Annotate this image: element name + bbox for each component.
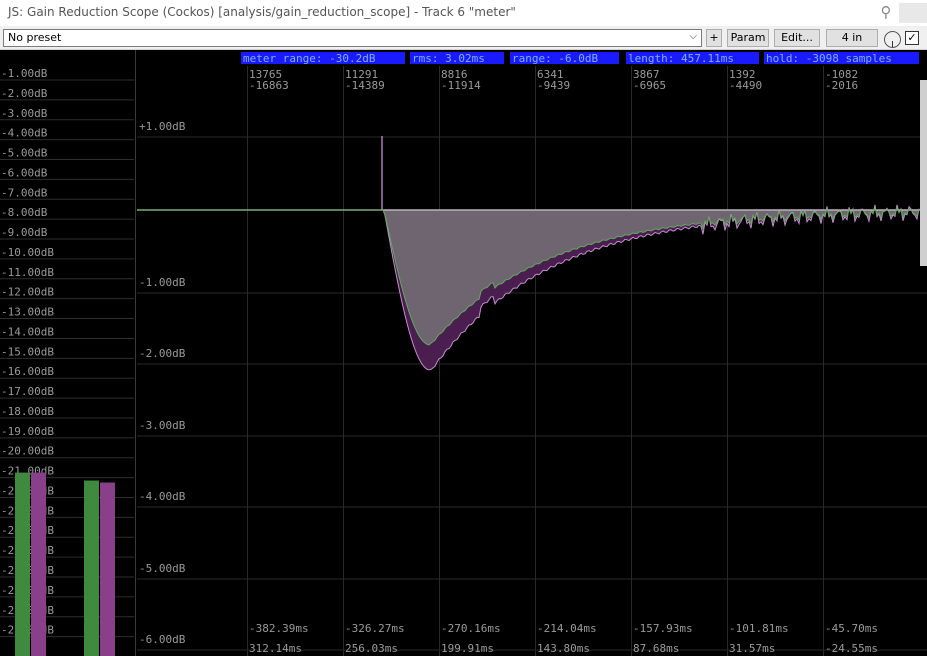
meter-scale-label: -7.00dB [1,186,48,199]
meter-scale-label: -10.00dB [1,246,54,259]
level-meter: -1.00dB -2.00dB -3.00dB -4.00dB -5.00dB -6.00… [1,67,115,656]
scope-db-label: -5.00dB [139,562,186,575]
add-preset-button[interactable]: + [706,29,722,47]
meter-scale-label: -14.00dB [1,325,54,338]
time-marker-pos: 87.68ms [633,642,679,655]
status-rms: rms: 3.02ms [412,52,485,65]
meter-scale-label: -12.00dB [1,286,54,299]
status-length: length: 457.11ms [628,52,734,65]
meter-bar-input-right [84,480,99,656]
sample-marker-b: -16863 [249,79,289,92]
meter-bar-output-left [31,472,46,656]
time-marker-neg: -214.04ms [537,622,597,635]
meter-scale-label: -9.00dB [1,226,48,239]
param-button[interactable]: Param [727,29,769,47]
preset-value: No preset [8,31,62,44]
meter-scale-label: -4.00dB [1,127,48,140]
title-bar: JS: Gain Reduction Scope (Cockos) [analy… [0,0,927,26]
time-marker-neg: -270.16ms [441,622,501,635]
status-meter-range: meter range: -30.2dB [243,52,376,65]
meter-scale-label: -6.00dB [1,166,48,179]
io-pins-button[interactable]: 4 in [826,29,878,47]
time-marker-neg: -326.27ms [345,622,405,635]
fx-toolbar: No preset ⌵ + Param Edit... 4 in ✓ [0,26,927,50]
meter-bar-input-left [15,472,30,656]
meter-scale-label: -16.00dB [1,365,54,378]
meter-scale-label: -8.00dB [1,206,48,219]
scope-db-label: +1.00dB [139,120,186,133]
gain-trace [137,80,927,371]
time-marker-pos: 256.03ms [345,642,398,655]
chevron-down-icon: ⌵ [689,31,697,42]
time-marker-neg: -382.39ms [249,622,309,635]
close-button[interactable] [899,3,927,23]
scope-db-label: -3.00dB [139,419,186,432]
scope-db-label: -2.00dB [139,347,186,360]
meter-scale-label: -19.00dB [1,425,54,438]
preset-dropdown[interactable]: No preset ⌵ [3,29,702,47]
sample-marker-b: -9439 [537,79,570,92]
edit-button[interactable]: Edit... [774,29,820,47]
sample-marker-b: -6965 [633,79,666,92]
sample-marker-b: -4490 [729,79,762,92]
meter-scale-label: -1.00dB [1,67,48,80]
meter-scale-label: -5.00dB [1,147,48,160]
meter-scale-label: -11.00dB [1,266,54,279]
time-marker-pos: 199.91ms [441,642,494,655]
time-marker-neg: -157.93ms [633,622,693,635]
meter-bar-output-right [100,482,115,656]
scope-db-label: -4.00dB [139,490,186,503]
bypass-checkbox[interactable]: ✓ [905,31,919,45]
wet-knob-icon[interactable] [884,31,901,48]
status-hold: hold: -3098 samples [766,52,892,65]
time-marker-pos: 143.80ms [537,642,590,655]
meter-scale-label: -20.00dB [1,445,54,458]
window-title: JS: Gain Reduction Scope (Cockos) [analy… [8,5,516,19]
sample-marker-b: -11914 [441,79,481,92]
time-marker-pos: -24.55ms [825,642,878,655]
time-marker-pos: 31.57ms [729,642,775,655]
pin-icon[interactable]: ⚲ [877,3,895,23]
time-marker-pos: 312.14ms [249,642,302,655]
time-marker-neg: -45.70ms [825,622,878,635]
time-marker-neg: -101.81ms [729,622,789,635]
gain-reduction-scope: -1.00dB -2.00dB -3.00dB -4.00dB -5.00dB -6.00… [0,50,927,656]
meter-scale-label: -2.00dB [1,87,48,100]
scope-canvas: -1.00dB -2.00dB -3.00dB -4.00dB -5.00dB -6.00… [0,50,927,656]
scope-db-label: -6.00dB [139,633,186,646]
status-range: range: -6.0dB [512,52,598,65]
sample-marker-b: -2016 [825,79,858,92]
meter-scale-label: -17.00dB [1,385,54,398]
scope-db-label: -1.00dB [139,276,186,289]
meter-scale-label: -3.00dB [1,107,48,120]
meter-scale-label: -15.00dB [1,345,54,358]
scope-labels: meter range: -30.2dB rms: 3.02ms range: … [139,52,919,655]
meter-scale-label: -13.00dB [1,306,54,319]
sample-marker-b: -14389 [345,79,385,92]
scope-scrollbar[interactable] [920,80,927,266]
meter-scale-label: -18.00dB [1,405,54,418]
